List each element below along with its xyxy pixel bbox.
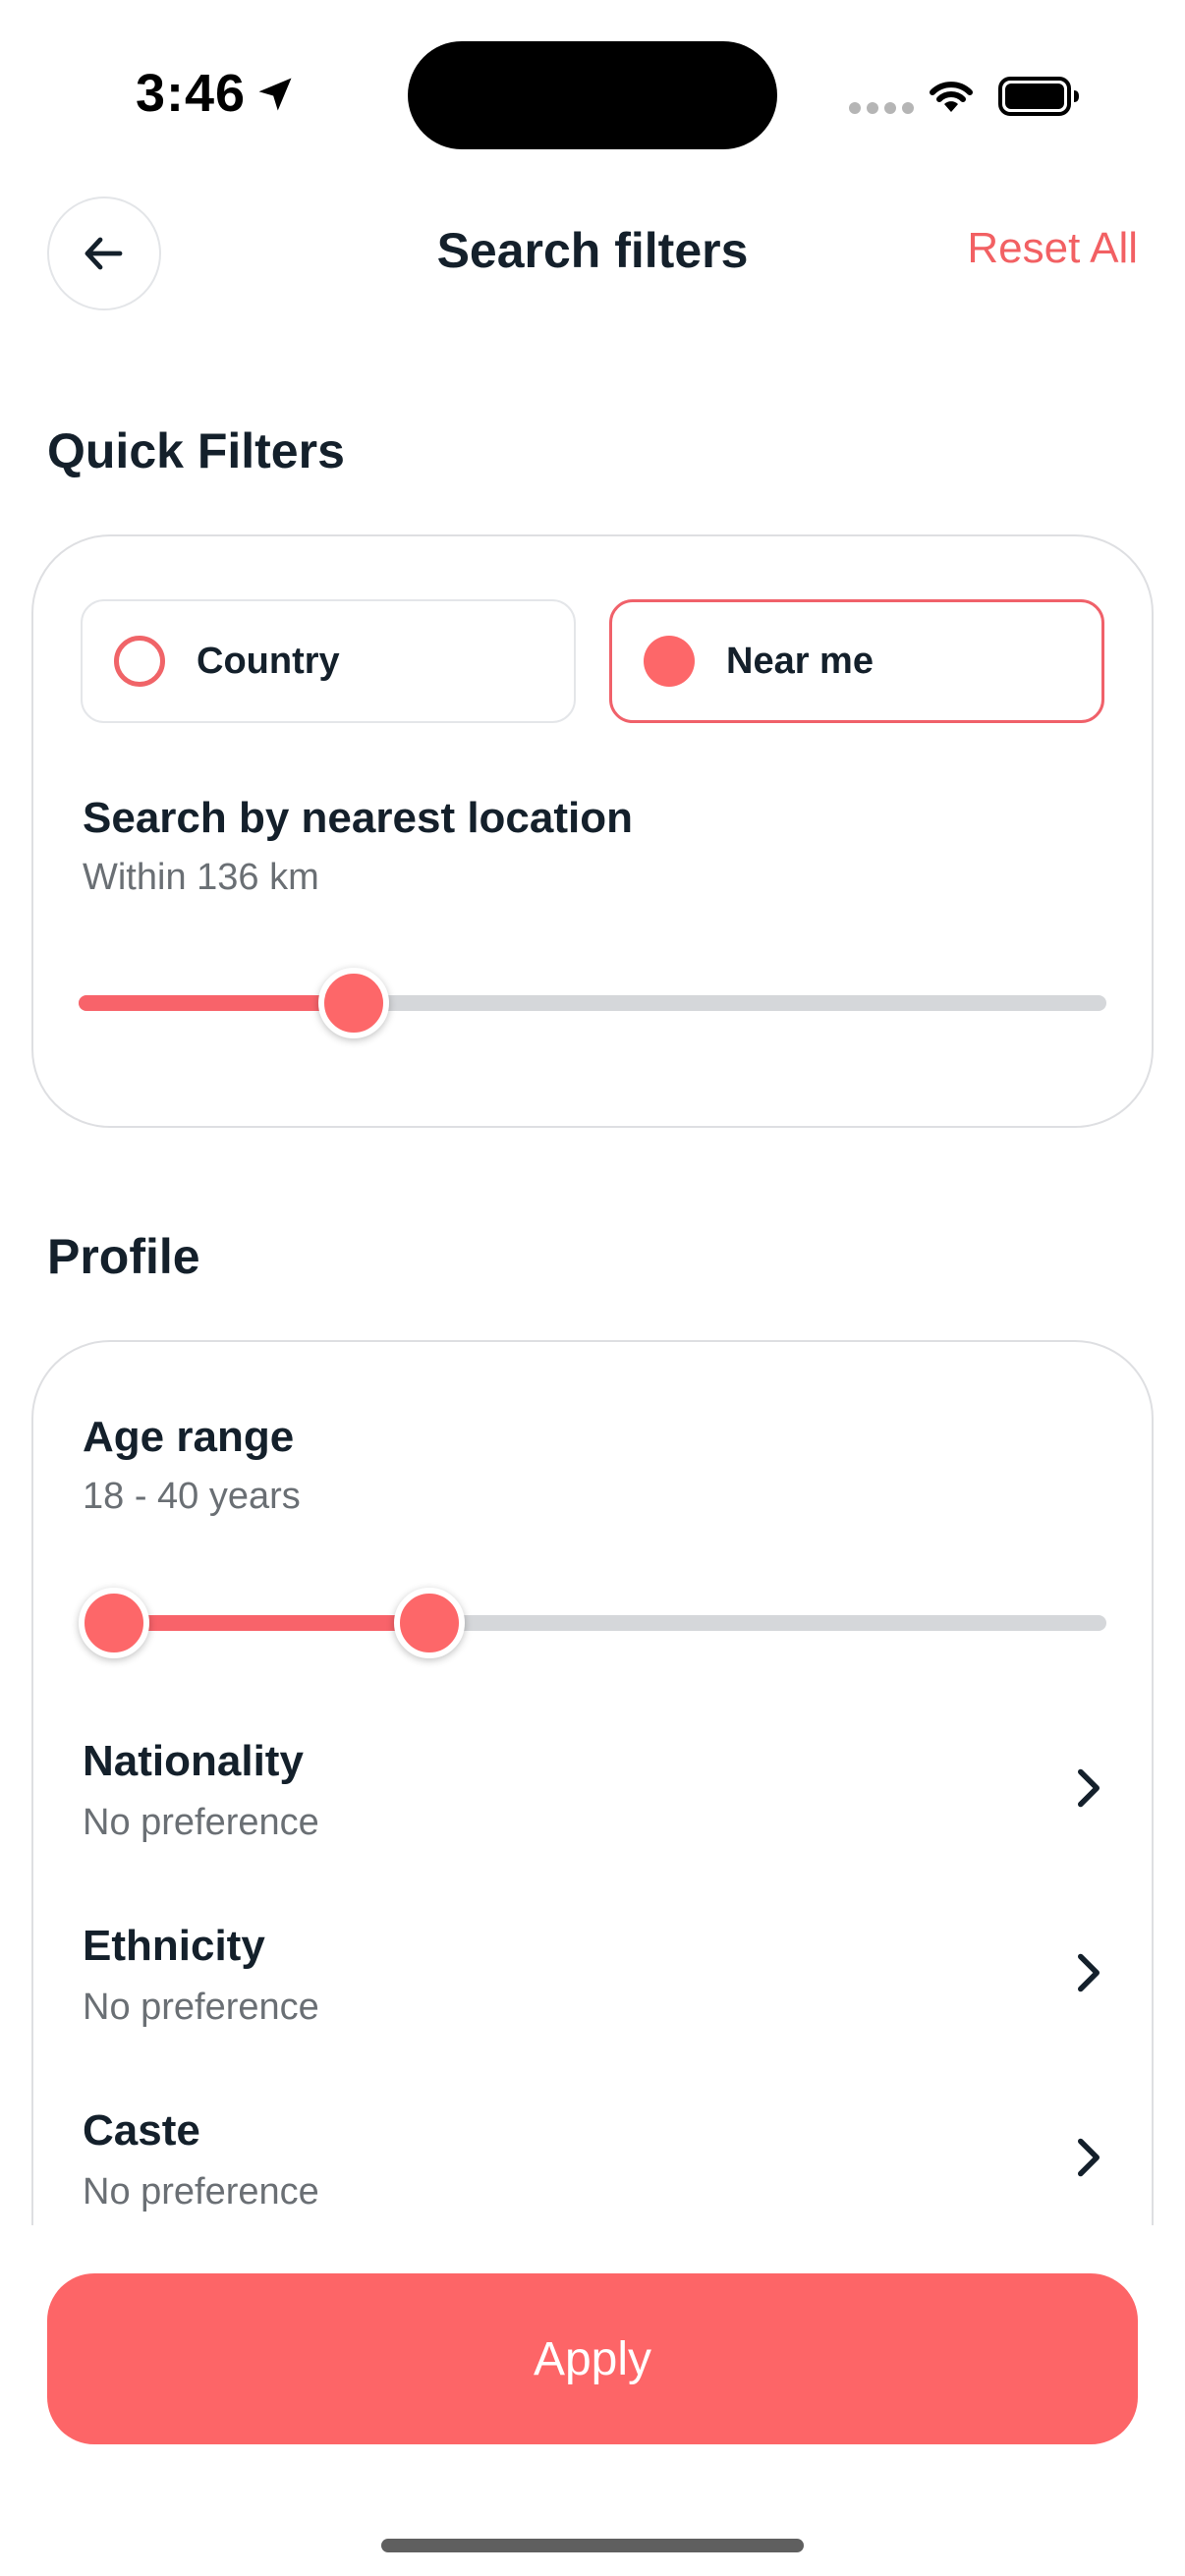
nationality-label: Nationality [83,1737,304,1785]
chevron-right-icon [1078,1953,1100,1992]
age-min-thumb[interactable] [79,1588,149,1658]
reset-all-button[interactable]: Reset All [967,224,1138,273]
caste-label: Caste [83,2106,200,2155]
apply-button[interactable]: Apply [47,2273,1138,2444]
location-filter-title: Search by nearest location [83,794,633,842]
status-time: 3:46 [136,64,247,123]
quick-filters-heading: Quick Filters [47,423,345,478]
age-slider-fill [114,1615,430,1631]
near-me-option[interactable]: Near me [609,599,1104,723]
chevron-right-icon [1078,1768,1100,1808]
cellular-signal-icon [849,102,914,114]
location-filter-value: Within 136 km [83,857,319,898]
nationality-value: No preference [83,1802,319,1843]
distance-slider-thumb[interactable] [317,968,389,1038]
age-max-thumb[interactable] [394,1588,466,1658]
radio-selected-icon [644,636,695,687]
wifi-icon [930,82,973,112]
near-me-option-label: Near me [726,640,874,682]
home-indicator [381,2539,804,2552]
caste-value: No preference [83,2171,319,2212]
battery-icon [998,77,1079,116]
age-range-title: Age range [83,1413,295,1461]
ethnicity-value: No preference [83,1987,319,2028]
age-range-value: 18 - 40 years [83,1476,301,1517]
profile-heading: Profile [47,1229,200,1284]
location-arrow-icon [258,78,292,111]
ethnicity-label: Ethnicity [83,1922,265,1970]
distance-slider-fill [79,995,354,1011]
country-option[interactable]: Country [81,599,576,723]
chevron-right-icon [1078,2138,1100,2177]
country-option-label: Country [197,640,340,682]
dynamic-island [408,41,777,149]
radio-unselected-icon [114,636,165,687]
